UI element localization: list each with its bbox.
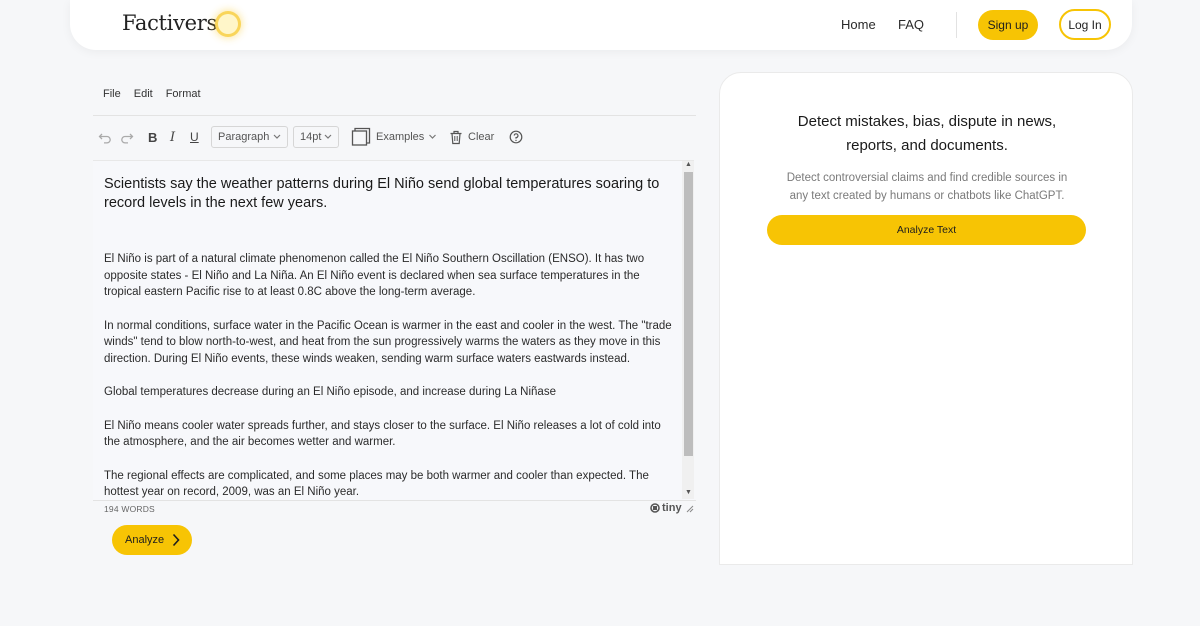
nav-faq-link[interactable]: FAQ (898, 17, 924, 32)
top-navbar: Factiverse Home FAQ Sign up Log In (70, 0, 1132, 50)
document-paragraph: El Niño means cooler water spreads furth… (104, 419, 661, 449)
trash-icon (450, 130, 462, 144)
analysis-panel: Detect mistakes, bias, dispute in news, … (719, 72, 1133, 565)
chevron-right-icon (172, 533, 180, 547)
clear-label: Clear (468, 131, 495, 143)
redo-icon[interactable] (120, 124, 134, 150)
analyze-label: Analyze (125, 534, 165, 546)
analyze-text-button[interactable]: Analyze Text (767, 215, 1086, 245)
document-paragraph: In normal conditions, surface water in t… (104, 319, 672, 366)
scroll-down-arrow-icon[interactable]: ▼ (685, 489, 692, 496)
undo-icon[interactable] (98, 124, 112, 150)
tiny-brand-label: tiny (662, 502, 682, 514)
tiny-logo-icon (650, 503, 660, 513)
examples-label: Examples (376, 131, 425, 143)
font-size-value: 14pt (300, 131, 322, 143)
panel-title-line: Detect mistakes, bias, dispute in news, (797, 113, 1057, 130)
resize-handle-icon[interactable] (686, 505, 694, 513)
menubar-divider (93, 115, 696, 116)
document-paragraph: The regional effects are complicated, an… (104, 469, 649, 499)
logo-text[interactable]: Factiverse (122, 11, 229, 35)
italic-button[interactable]: I (170, 124, 175, 150)
block-format-value: Paragraph (218, 131, 270, 143)
sun-logo-icon (218, 14, 238, 34)
editor-menubar: File Edit Format (103, 88, 214, 100)
word-count: 194 WORDS (104, 504, 155, 514)
editor-statusbar: 194 WORDS tiny (93, 500, 696, 516)
panel-subtitle-line: Detect controversial claims and find cre… (786, 172, 1068, 184)
examples-button[interactable]: Examples (351, 124, 437, 150)
login-button[interactable]: Log In (1059, 9, 1111, 40)
document-headline: Scientists say the weather patterns duri… (104, 176, 660, 211)
signup-button[interactable]: Sign up (978, 10, 1038, 40)
panel-subtitle: Detect controversial claims and find cre… (720, 169, 1134, 205)
editor-toolbar: B I U Paragraph 14pt Examples Clear (93, 124, 696, 152)
underline-button[interactable]: U (190, 124, 199, 150)
examples-icon (351, 127, 371, 146)
scrollbar-thumb[interactable] (684, 172, 693, 456)
scroll-up-arrow-icon[interactable]: ▲ (685, 161, 692, 168)
clear-button[interactable]: Clear (449, 124, 494, 150)
bold-button[interactable]: B (148, 124, 157, 150)
nav-divider (956, 12, 957, 38)
menu-format[interactable]: Format (166, 88, 201, 100)
block-format-select[interactable]: Paragraph (211, 126, 288, 148)
font-size-select[interactable]: 14pt (293, 126, 339, 148)
analyze-button[interactable]: Analyze (112, 525, 192, 555)
menu-edit[interactable]: Edit (134, 88, 153, 100)
chevron-down-icon (429, 134, 437, 139)
chevron-down-icon (324, 134, 332, 139)
document-paragraph: Global temperatures decrease during an E… (104, 386, 556, 399)
nav-home-link[interactable]: Home (841, 17, 876, 32)
editor-document[interactable]: Scientists say the weather patterns duri… (93, 160, 694, 500)
panel-subtitle-line: any text created by humans or chatbots l… (789, 190, 1065, 202)
help-icon[interactable] (509, 124, 523, 150)
document-paragraph: El Niño is part of a natural climate phe… (104, 253, 645, 299)
panel-title: Detect mistakes, bias, dispute in news, … (720, 110, 1134, 158)
tiny-branding[interactable]: tiny (650, 502, 682, 514)
menu-file[interactable]: File (103, 88, 121, 100)
panel-title-line: reports, and documents. (846, 137, 1008, 154)
document-content[interactable]: Scientists say the weather patterns duri… (104, 175, 674, 500)
chevron-down-icon (273, 134, 281, 139)
